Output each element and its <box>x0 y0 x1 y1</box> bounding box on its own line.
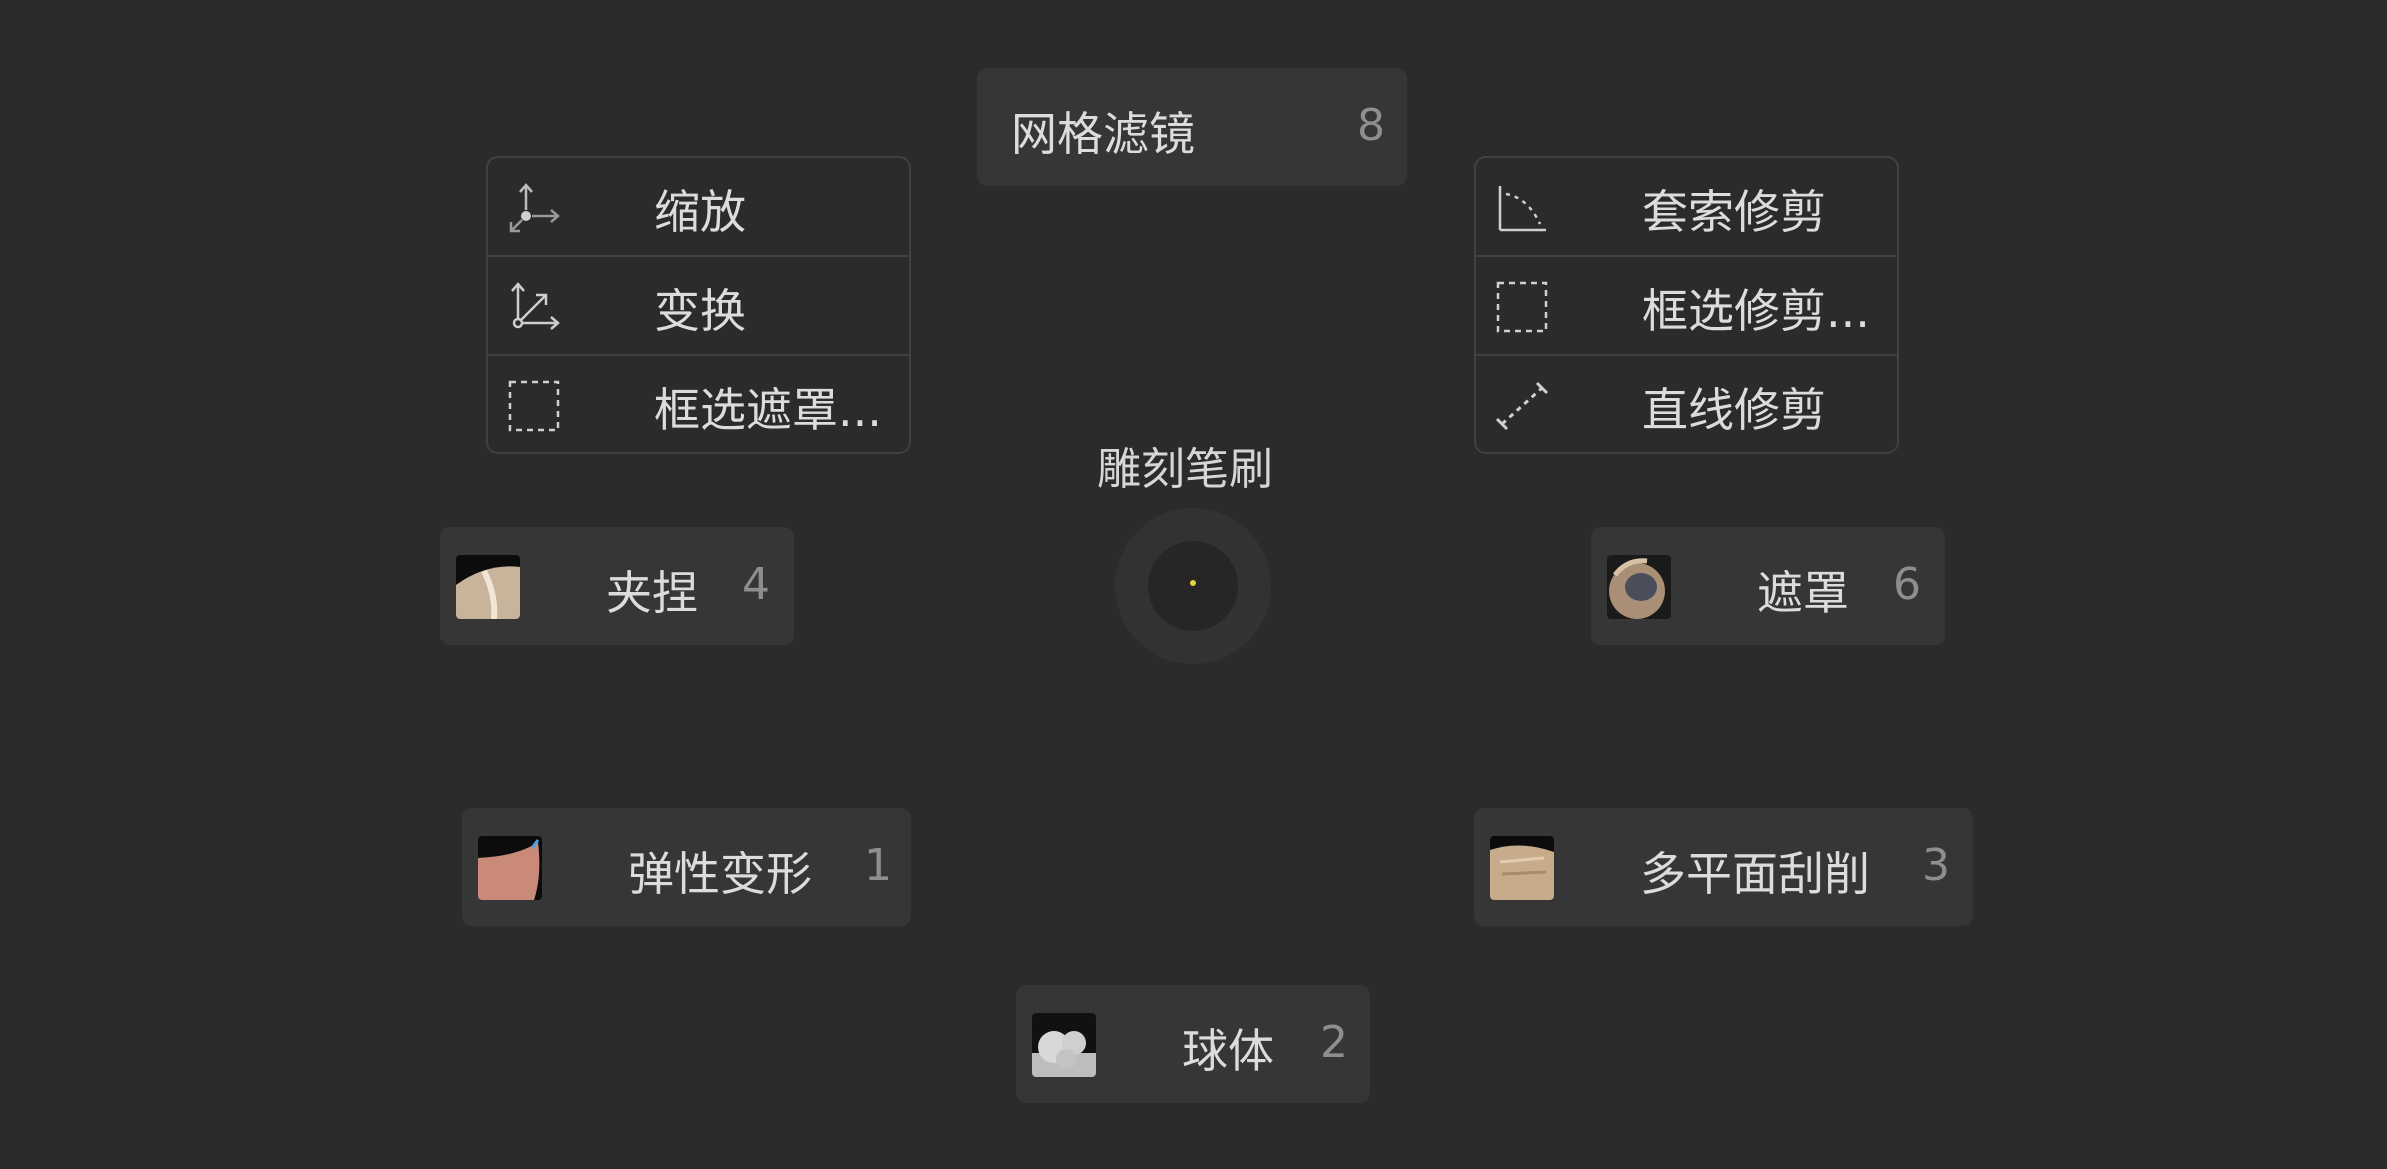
pinch-brush-button[interactable]: 夹捏 4 <box>440 527 794 645</box>
pie-menu-title: 雕刻笔刷 <box>1097 444 1273 495</box>
elastic-deform-label: 弹性变形 <box>628 847 812 901</box>
line-trim-menu-item[interactable]: 直线修剪 <box>1476 354 1897 453</box>
box-select-icon <box>508 380 560 432</box>
scale-icon <box>509 183 560 233</box>
line-icon <box>1495 381 1549 431</box>
mesh-filter-label: 网格滤镜 <box>1011 107 1195 161</box>
pie-center-hole <box>1148 541 1238 631</box>
box-mask-label: 框选遮罩... <box>654 383 882 437</box>
pie-center-ring[interactable] <box>1115 508 1271 664</box>
pinch-brush-thumbnail <box>456 555 520 619</box>
transform-menu-item[interactable]: 变换 <box>488 255 909 354</box>
multiplane-scrape-label: 多平面刮削 <box>1640 847 1870 901</box>
pinch-shortcut: 4 <box>742 559 770 610</box>
multiplane-scrape-thumbnail <box>1490 836 1554 900</box>
scale-label: 缩放 <box>654 185 746 239</box>
mask-brush-thumbnail <box>1607 555 1671 619</box>
mesh-filter-button[interactable]: 网格滤镜 8 <box>977 68 1407 186</box>
sphere-shortcut: 2 <box>1320 1017 1348 1068</box>
lasso-icon <box>1498 186 1546 232</box>
transform-icon <box>511 282 560 330</box>
box-trim-label: 框选修剪... <box>1642 284 1870 338</box>
mesh-filter-shortcut: 8 <box>1357 100 1385 151</box>
line-trim-label: 直线修剪 <box>1642 383 1826 437</box>
mask-brush-button[interactable]: 遮罩 6 <box>1591 527 1945 645</box>
elastic-deform-brush-button[interactable]: 弹性变形 1 <box>462 808 911 926</box>
box-trim-menu-item[interactable]: 框选修剪... <box>1476 255 1897 354</box>
sphere-brush-thumbnail <box>1032 1013 1096 1077</box>
elastic-deform-thumbnail <box>478 836 542 900</box>
box-mask-menu-item[interactable]: 框选遮罩... <box>488 354 909 453</box>
scale-menu-item[interactable]: 缩放 <box>488 158 909 255</box>
box-select-icon <box>1496 281 1548 333</box>
transform-tools-group: 缩放 变换 框选遮罩... <box>486 156 911 454</box>
sphere-label: 球体 <box>1182 1024 1274 1078</box>
cursor-indicator <box>1190 580 1196 586</box>
sphere-brush-button[interactable]: 球体 2 <box>1016 985 1370 1103</box>
elastic-deform-shortcut: 1 <box>864 840 892 891</box>
lasso-trim-label: 套索修剪 <box>1642 185 1826 239</box>
trim-tools-group: 套索修剪 框选修剪... 直线修剪 <box>1474 156 1899 454</box>
lasso-trim-menu-item[interactable]: 套索修剪 <box>1476 158 1897 255</box>
mask-shortcut: 6 <box>1893 559 1921 610</box>
mask-label: 遮罩 <box>1757 566 1849 620</box>
transform-label: 变换 <box>654 284 746 338</box>
multiplane-scrape-brush-button[interactable]: 多平面刮削 3 <box>1474 808 1973 926</box>
multiplane-scrape-shortcut: 3 <box>1922 840 1950 891</box>
pinch-label: 夹捏 <box>606 566 698 620</box>
